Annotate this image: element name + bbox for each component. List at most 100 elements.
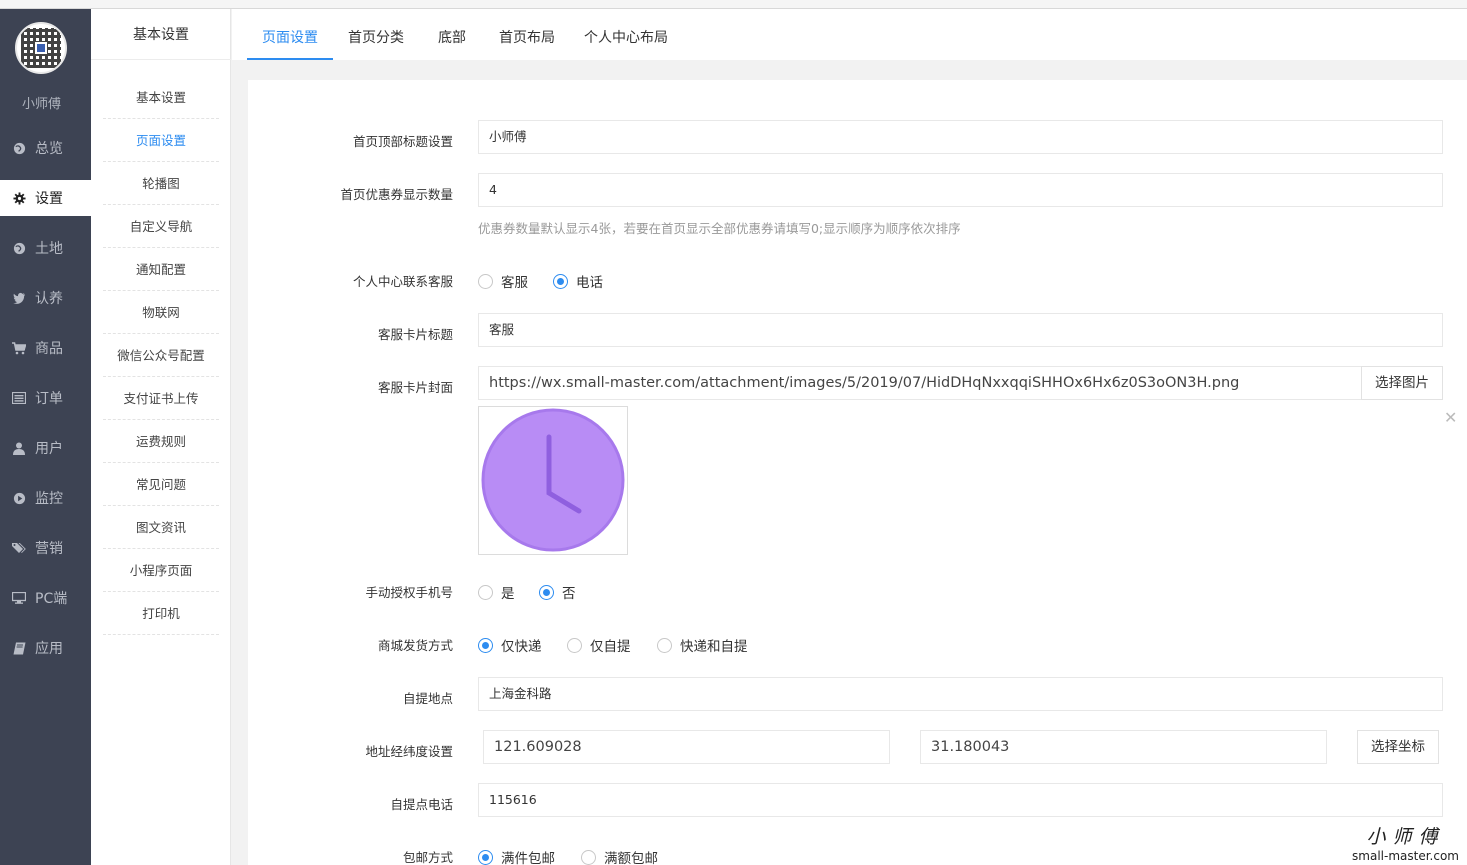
settings-submenu: 基本设置 基本设置 页面设置 轮播图 自定义导航 通知配置 物联网 微信公众号配…	[91, 9, 231, 865]
desktop-icon	[12, 591, 26, 605]
submenu-item-wechat[interactable]: 微信公众号配置	[103, 334, 219, 377]
card-title-input[interactable]: 客服	[478, 313, 1443, 347]
sidebar-item-label: 认养	[35, 291, 63, 307]
radio-circle	[478, 584, 493, 600]
sidebar-item-label: 土地	[35, 241, 63, 257]
sidebar-item-land[interactable]: 土地	[0, 230, 91, 266]
sidebar-item-label: 应用	[35, 641, 63, 657]
latitude-input[interactable]: 31.180043	[920, 730, 1327, 764]
avatar[interactable]	[15, 22, 67, 74]
submenu-item-page[interactable]: 页面设置	[103, 119, 219, 162]
submenu-item-cert[interactable]: 支付证书上传	[103, 377, 219, 420]
sidebar-item-monitor[interactable]: 监控	[0, 480, 91, 516]
manual-phone-radio-yes[interactable]: 是	[478, 582, 515, 602]
top-border	[0, 0, 1467, 9]
submenu-item-printer[interactable]: 打印机	[103, 592, 219, 635]
delivery-radio-express[interactable]: 仅快递	[478, 635, 542, 655]
tab-footer[interactable]: 底部	[428, 9, 476, 60]
shipping-label: 包邮方式	[402, 850, 453, 865]
sidebar-item-settings[interactable]: 设置	[0, 180, 91, 216]
close-icon[interactable]: ✕	[1444, 408, 1457, 427]
settings-form: 首页顶部标题设置 小师傅 首页优惠券显示数量 4 优惠券数量默认显示4张，若要在…	[248, 80, 1467, 865]
radio-label: 仅快递	[501, 639, 542, 655]
home-title-label: 首页顶部标题设置	[352, 134, 453, 149]
sidebar-item-marketing[interactable]: 营销	[0, 530, 91, 566]
sidebar-item-orders[interactable]: 订单	[0, 380, 91, 416]
radio-circle	[478, 273, 493, 289]
tags-icon	[12, 541, 26, 555]
radio-label: 仅自提	[590, 639, 631, 655]
shop-name: 小师傅	[21, 97, 61, 112]
card-title-label: 客服卡片标题	[377, 327, 453, 342]
sidebar-item-label: 订单	[35, 391, 63, 407]
list-icon	[12, 391, 26, 405]
watermark-title: 小师傅	[1366, 826, 1445, 848]
select-image-button[interactable]: 选择图片	[1361, 366, 1443, 400]
radio-label: 满额包邮	[604, 851, 658, 865]
submenu-item-carousel[interactable]: 轮播图	[103, 162, 219, 205]
pickup-phone-label: 自提点电话	[390, 797, 453, 812]
gear-icon	[12, 191, 26, 205]
contact-radio-service[interactable]: 客服	[478, 271, 528, 291]
pickup-phone-input[interactable]: 115616	[478, 783, 1443, 817]
sidebar-item-label: 总览	[35, 141, 63, 157]
shipping-radio-by-amount[interactable]: 满额包邮	[581, 847, 658, 865]
sidebar-item-label: 设置	[35, 191, 63, 207]
contact-radio-phone[interactable]: 电话	[553, 271, 603, 291]
sidebar-item-overview[interactable]: 总览	[0, 130, 91, 166]
radio-circle	[581, 849, 596, 865]
tabs-bar: 页面设置 首页分类 底部 首页布局 个人中心布局	[232, 9, 1467, 60]
delivery-radio-both[interactable]: 快递和自提	[657, 635, 748, 655]
sidebar-item-label: PC端	[35, 591, 68, 607]
submenu-title: 基本设置	[133, 27, 189, 43]
sidebar-item-products[interactable]: 商品	[0, 330, 91, 366]
radio-circle	[553, 273, 568, 289]
radio-circle	[657, 637, 672, 653]
cart-icon	[12, 341, 26, 355]
radio-circle	[478, 849, 493, 865]
home-title-input[interactable]: 小师傅	[478, 120, 1443, 154]
sidebar-item-label: 商品	[35, 341, 63, 357]
coupon-count-label: 首页优惠券显示数量	[340, 187, 453, 202]
delivery-radio-pickup[interactable]: 仅自提	[567, 635, 631, 655]
submenu-item-freight[interactable]: 运费规则	[103, 420, 219, 463]
radio-circle	[567, 637, 582, 653]
radio-label: 满件包邮	[501, 851, 555, 865]
sidebar-item-apps[interactable]: 应用	[0, 630, 91, 666]
select-coordinates-button[interactable]: 选择坐标	[1357, 730, 1439, 764]
tab-page-settings[interactable]: 页面设置	[247, 9, 333, 60]
sidebar-item-label: 监控	[35, 491, 63, 507]
book-icon	[12, 641, 26, 655]
card-cover-url-input[interactable]: https://wx.small-master.com/attachment/i…	[478, 366, 1362, 400]
coords-label: 地址经纬度设置	[365, 744, 453, 759]
submenu-item-notify[interactable]: 通知配置	[103, 248, 219, 291]
manual-phone-radio-no[interactable]: 否	[539, 582, 576, 602]
sidebar-item-label: 营销	[35, 541, 63, 557]
radio-label: 否	[562, 586, 576, 602]
submenu-item-miniprogram[interactable]: 小程序页面	[103, 549, 219, 592]
user-icon	[12, 441, 26, 455]
submenu-item-faq[interactable]: 常见问题	[103, 463, 219, 506]
radio-circle	[478, 637, 493, 653]
tab-home-layout[interactable]: 首页布局	[491, 9, 563, 60]
main-sidebar: 小师傅 总览 设置 土地 认养 商品 订单 用户 监控 营销 PC端 应用	[0, 9, 91, 865]
pickup-address-input[interactable]: 上海金科路	[478, 677, 1443, 711]
globe-icon	[12, 141, 26, 155]
coupon-count-input[interactable]: 4	[478, 173, 1443, 207]
clock-icon	[481, 408, 625, 552]
submenu-item-iot[interactable]: 物联网	[103, 291, 219, 334]
tab-home-category[interactable]: 首页分类	[340, 9, 412, 60]
longitude-input[interactable]: 121.609028	[483, 730, 890, 764]
submenu-item-custom-nav[interactable]: 自定义导航	[103, 205, 219, 248]
tab-profile-layout[interactable]: 个人中心布局	[578, 9, 674, 60]
play-icon	[12, 491, 26, 505]
shipping-radio-by-count[interactable]: 满件包邮	[478, 847, 555, 865]
sidebar-item-adopt[interactable]: 认养	[0, 280, 91, 316]
sidebar-item-users[interactable]: 用户	[0, 430, 91, 466]
contact-label: 个人中心联系客服	[352, 274, 453, 289]
pickup-address-label: 自提地点	[402, 691, 453, 706]
submenu-item-articles[interactable]: 图文资讯	[103, 506, 219, 549]
sidebar-item-label: 用户	[35, 441, 63, 457]
sidebar-item-pc[interactable]: PC端	[0, 580, 91, 616]
submenu-item-basic[interactable]: 基本设置	[103, 76, 219, 119]
